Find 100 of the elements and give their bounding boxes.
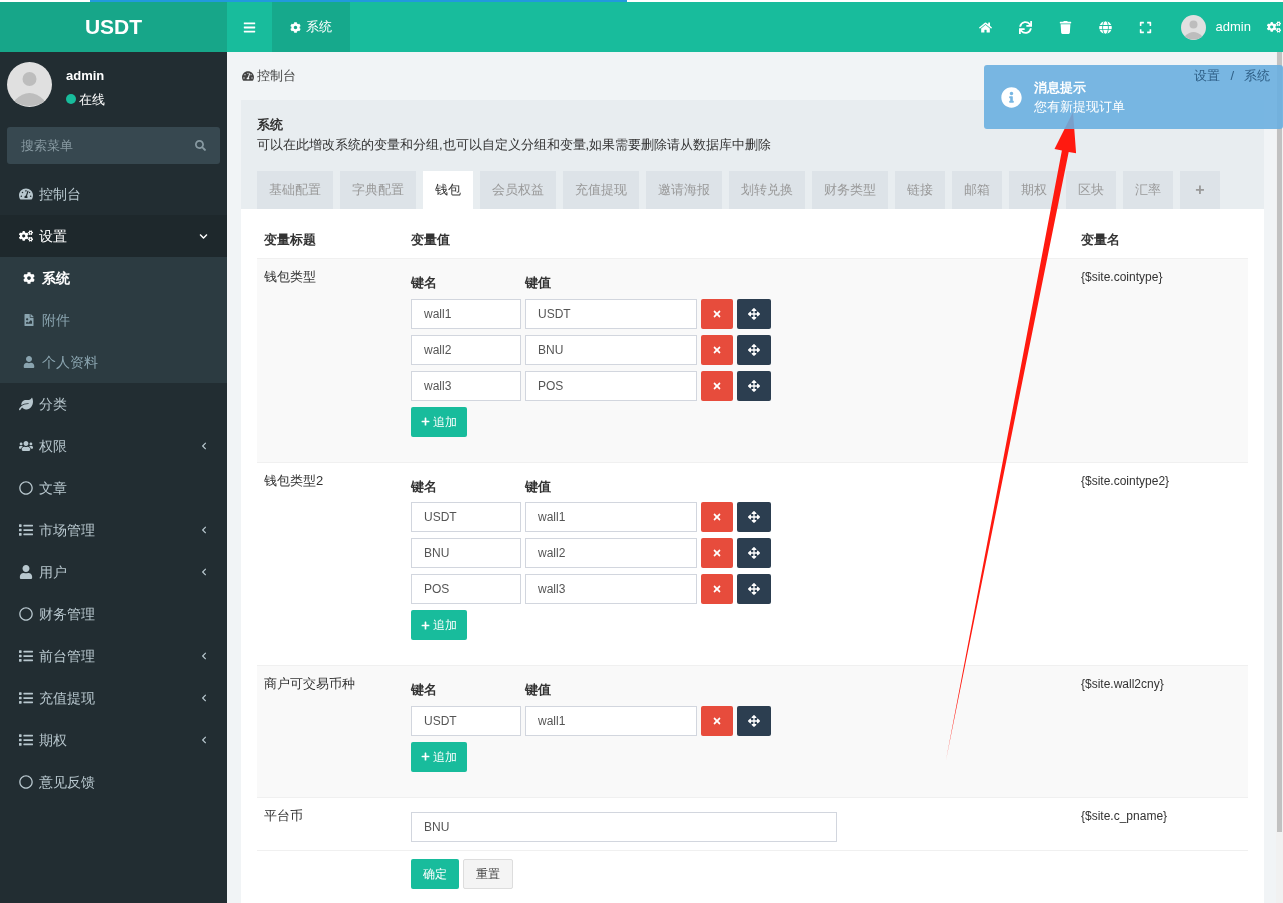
row-title: 商户可交易币种 (264, 676, 355, 691)
list-icon (19, 733, 33, 747)
close-icon (712, 308, 722, 319)
list-icon (19, 691, 33, 705)
chevron-left-icon (200, 442, 208, 450)
sidebar-item[interactable]: 控制台 (0, 173, 227, 215)
drag-button[interactable] (737, 334, 771, 365)
column-header: 变量值 (410, 231, 451, 250)
drag-button[interactable] (737, 574, 771, 604)
avatar-icon (1180, 14, 1206, 40)
value-input[interactable]: BNU (525, 334, 697, 365)
row-title: 钱包类型2 (264, 472, 324, 488)
users-icon (19, 439, 33, 453)
move-icon (748, 714, 760, 727)
list-icon (19, 649, 33, 663)
close-icon (712, 380, 722, 391)
move-icon (748, 307, 760, 320)
user-icon (19, 565, 33, 579)
column-label: 键名 (411, 681, 438, 699)
settings-icon (290, 21, 301, 33)
delete-button[interactable] (701, 705, 733, 736)
sidebar-item[interactable]: 市场管理 (0, 509, 227, 551)
key-input[interactable]: wall2 (411, 334, 521, 365)
reset-button[interactable]: 重置 (463, 858, 513, 889)
plus-icon (421, 417, 430, 426)
drag-button[interactable] (737, 370, 771, 401)
value-input[interactable]: wall2 (525, 538, 697, 568)
variable-name: {$site.wall2cny} (1081, 677, 1164, 691)
column-label: 键值 (525, 274, 551, 292)
key-input[interactable]: POS (411, 574, 521, 604)
home-icon (979, 20, 993, 34)
delete-button[interactable] (701, 298, 733, 329)
value-input[interactable]: POS (525, 370, 697, 401)
search-icon (195, 140, 206, 151)
sidebar-item[interactable]: 财务管理 (0, 593, 227, 635)
logo: USDT (0, 2, 227, 52)
move-icon (748, 343, 760, 356)
close-icon (712, 584, 722, 594)
drag-button[interactable] (737, 705, 771, 736)
user-status: 在线 (79, 90, 105, 109)
user-name: admin (66, 67, 105, 85)
value-input[interactable]: USDT (525, 298, 697, 329)
search-field[interactable]: 搜索菜单 (7, 127, 220, 164)
move-icon (748, 547, 760, 559)
sidebar-item[interactable]: 分类 (0, 383, 227, 425)
sidebar-item[interactable]: 意见反馈 (0, 761, 227, 803)
globe-icon (1099, 20, 1113, 34)
sidebar-item[interactable]: 设置 (0, 215, 227, 257)
chevron-left-icon (200, 568, 208, 576)
sidebar-item[interactable]: 权限 (0, 425, 227, 467)
key-input[interactable]: USDT (411, 502, 521, 532)
close-icon (712, 512, 722, 522)
refresh-icon (1019, 20, 1033, 34)
panel-description: 可以在此增改系统的变量和分组,也可以自定义分组和变量,如果需要删除请从数据库中删除 (257, 135, 772, 154)
key-input[interactable]: USDT (411, 705, 521, 736)
column-label: 键值 (525, 681, 551, 699)
sidebar-item[interactable]: 前台管理 (0, 635, 227, 677)
gears-icon (1267, 20, 1281, 34)
sidebar-item[interactable]: 期权 (0, 719, 227, 761)
drag-button[interactable] (737, 298, 771, 329)
breadcrumb-title: 控制台 (242, 66, 296, 86)
sidebar-item[interactable]: 用户 (0, 551, 227, 593)
submenu-item[interactable]: 个人资料 (0, 341, 227, 383)
settings-icon (23, 272, 35, 284)
close-icon (712, 344, 722, 355)
row-title: 平台币 (264, 807, 303, 823)
list-icon (19, 523, 33, 537)
delete-button[interactable] (701, 370, 733, 401)
text-input[interactable]: BNU (411, 811, 837, 842)
variable-name: {$site.cointype2} (1081, 473, 1170, 488)
move-icon (748, 511, 760, 523)
column-label: 键值 (525, 477, 551, 496)
value-input[interactable]: wall1 (525, 502, 697, 532)
delete-button[interactable] (701, 334, 733, 365)
column-label: 键名 (411, 477, 438, 496)
sidebar-item[interactable]: 充值提现 (0, 677, 227, 719)
tab[interactable]: 钱包 (423, 171, 473, 209)
fullscreen-icon (1139, 20, 1153, 34)
submenu-item[interactable]: 系统 (0, 257, 227, 299)
drag-button[interactable] (737, 538, 771, 568)
close-icon (712, 548, 722, 558)
row-title: 钱包类型 (264, 269, 316, 284)
column-header: 变量标题 (263, 231, 317, 250)
user-icon (23, 356, 35, 368)
value-input[interactable]: wall1 (525, 705, 697, 736)
scrollbar[interactable] (1276, 52, 1283, 903)
image-icon (23, 314, 35, 326)
dashboard-icon (242, 70, 254, 82)
move-icon (748, 379, 760, 392)
value-input[interactable]: wall3 (525, 574, 697, 604)
notification-message: 您有新提现订单 (1034, 98, 1125, 116)
drag-button[interactable] (737, 502, 771, 532)
key-input[interactable]: BNU (411, 538, 521, 568)
column-header: 变量名 (1080, 231, 1121, 250)
sidebar-item[interactable]: 文章 (0, 467, 227, 509)
key-input[interactable]: wall1 (411, 298, 521, 329)
submenu-item[interactable]: 附件 (0, 299, 227, 341)
column-label: 键名 (411, 274, 438, 292)
key-input[interactable]: wall3 (411, 370, 521, 401)
variable-name: {$site.cointype} (1081, 270, 1163, 284)
